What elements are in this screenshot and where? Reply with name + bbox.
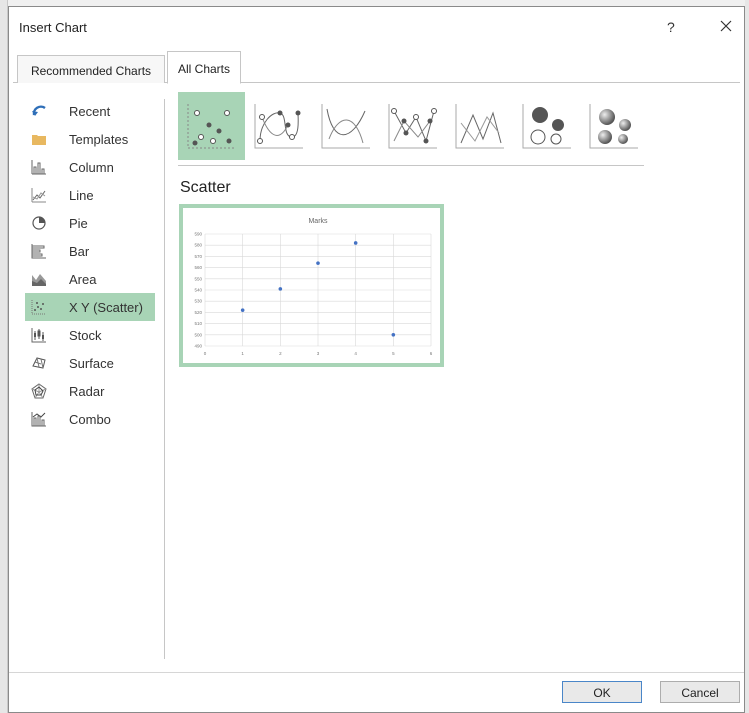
subtype-scatter-smooth-markers[interactable] <box>245 92 312 160</box>
sidebar-item-combo[interactable]: Combo <box>25 405 155 433</box>
y-tick-label: 520 <box>194 310 202 315</box>
area-chart-icon <box>32 274 46 286</box>
x-tick-label: 3 <box>317 351 320 356</box>
sidebar-item-label: Combo <box>69 412 111 427</box>
chart-preview[interactable]: Marks 490 500 510 520 530 540 550 560 570 580 590 0 1… <box>179 204 444 367</box>
sidebar-item-label: X Y (Scatter) <box>69 300 143 315</box>
chart-type-sidebar: Recent Templates Column Line Pie Bar Are… <box>25 97 159 433</box>
recent-icon <box>32 105 46 116</box>
subtype-scatter-straight-markers[interactable] <box>379 92 446 160</box>
data-point <box>353 241 358 245</box>
scatter-chart-icon <box>31 300 46 315</box>
data-point <box>278 287 283 291</box>
gallery-divider <box>178 165 644 166</box>
sidebar-item-recent[interactable]: Recent <box>25 97 155 125</box>
x-tick-label: 1 <box>241 351 244 356</box>
sidebar-item-stock[interactable]: Stock <box>25 321 155 349</box>
footer-divider <box>9 672 744 673</box>
scatter-straight-lines-icon <box>455 104 504 149</box>
sidebar-item-label: Templates <box>69 132 129 147</box>
x-tick-label: 0 <box>204 351 207 356</box>
sidebar-item-label: Area <box>69 272 97 287</box>
y-tick-label: 570 <box>194 254 202 259</box>
ok-button[interactable]: OK <box>562 681 642 703</box>
3d-bubble-icon <box>589 104 638 149</box>
sidebar-item-radar[interactable]: Radar <box>25 377 155 405</box>
sidebar-item-label: Line <box>69 188 94 203</box>
y-tick-label: 550 <box>194 276 202 281</box>
sidebar-item-label: Bar <box>69 244 90 259</box>
pie-chart-icon <box>32 216 46 230</box>
y-tick-label: 590 <box>194 232 202 237</box>
column-chart-icon <box>31 160 46 175</box>
sidebar-item-column[interactable]: Column <box>25 153 155 181</box>
surface-chart-icon <box>32 357 46 369</box>
stock-chart-icon <box>31 328 46 343</box>
scatter-icon <box>187 104 236 149</box>
y-tick-label: 490 <box>194 344 202 349</box>
y-tick-label: 530 <box>194 299 202 304</box>
tab-strip: Recommended Charts All Charts <box>13 51 740 84</box>
y-tick-label: 540 <box>194 288 202 293</box>
x-tick-label: 2 <box>279 351 282 356</box>
scatter-preview-chart: Marks 490 500 510 520 530 540 550 560 570 580 590 0 1… <box>194 218 433 356</box>
data-point <box>240 308 245 312</box>
sidebar-item-label: Recent <box>69 104 111 119</box>
tab-recommended-charts[interactable]: Recommended Charts <box>17 55 165 83</box>
x-tick-label: 6 <box>430 351 433 356</box>
y-tick-label: 510 <box>194 321 202 326</box>
sidebar-item-bar[interactable]: Bar <box>25 237 155 265</box>
combo-chart-icon <box>31 412 46 427</box>
close-icon <box>720 20 732 32</box>
chart-subtype-gallery <box>178 92 648 160</box>
sidebar-item-label: Stock <box>69 328 102 343</box>
bar-chart-icon <box>31 244 46 259</box>
chart-subtype-title: Scatter <box>180 179 231 196</box>
background-window-left <box>0 0 8 713</box>
sidebar-item-label: Surface <box>69 356 114 371</box>
sidebar-item-line[interactable]: Line <box>25 181 155 209</box>
bubble-icon <box>522 104 571 149</box>
scatter-smooth-markers-icon <box>254 104 303 149</box>
scatter-straight-markers-icon <box>388 104 437 149</box>
insert-chart-dialog: Insert Chart ? Recommended Charts All Ch… <box>8 6 745 713</box>
sidebar-item-label: Pie <box>69 216 88 231</box>
folder-icon <box>32 135 46 145</box>
data-point <box>316 261 320 265</box>
subtype-scatter[interactable] <box>178 92 245 160</box>
help-button[interactable]: ? <box>667 19 675 35</box>
background-window-right <box>745 0 749 713</box>
y-tick-label: 500 <box>194 332 202 337</box>
y-tick-label: 580 <box>194 243 202 248</box>
x-tick-label: 5 <box>392 351 395 356</box>
subtype-bubble[interactable] <box>513 92 580 160</box>
dialog-title: Insert Chart <box>19 20 87 35</box>
subtype-scatter-straight-lines[interactable] <box>446 92 513 160</box>
y-tick-label: 560 <box>194 265 202 270</box>
sidebar-divider <box>164 99 165 659</box>
sidebar-item-label: Column <box>69 160 114 175</box>
chart-title: Marks <box>308 218 328 225</box>
x-tick-label: 4 <box>354 351 357 356</box>
data-point <box>391 333 396 337</box>
tab-all-charts[interactable]: All Charts <box>167 51 241 84</box>
sidebar-item-templates[interactable]: Templates <box>25 125 155 153</box>
sidebar-item-xy-scatter[interactable]: X Y (Scatter) <box>25 293 155 321</box>
sidebar-item-pie[interactable]: Pie <box>25 209 155 237</box>
sidebar-item-label: Radar <box>69 384 105 399</box>
title-bar: Insert Chart ? <box>9 7 744 45</box>
sidebar-item-surface[interactable]: Surface <box>25 349 155 377</box>
scatter-smooth-lines-icon <box>321 104 370 149</box>
subtype-3d-bubble[interactable] <box>580 92 647 160</box>
cancel-button[interactable]: Cancel <box>660 681 740 703</box>
close-button[interactable] <box>713 13 739 39</box>
line-chart-icon <box>31 188 46 203</box>
subtype-scatter-smooth-lines[interactable] <box>312 92 379 160</box>
sidebar-item-area[interactable]: Area <box>25 265 155 293</box>
radar-chart-icon <box>31 383 47 399</box>
